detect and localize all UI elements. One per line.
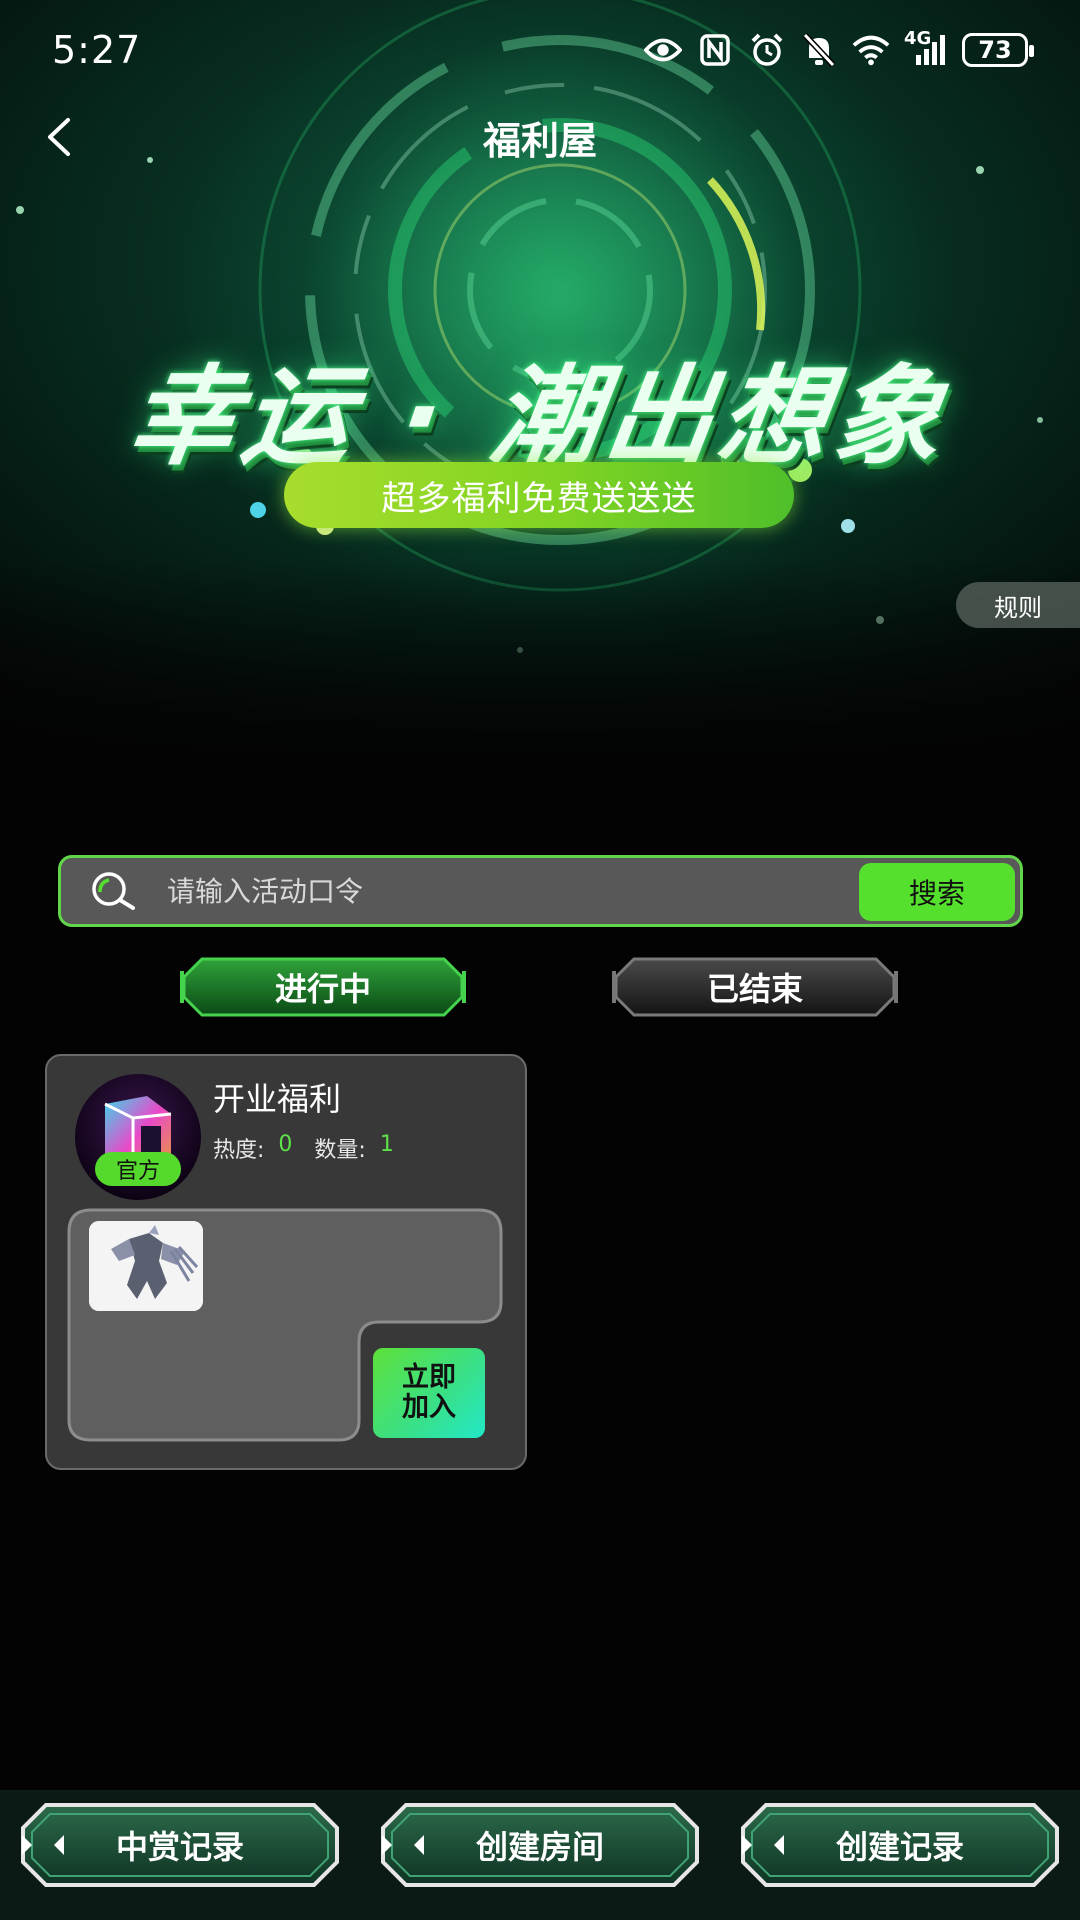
arrow-left-icon (414, 1835, 424, 1855)
bottom-nav: 中赏记录 创建房间 创建记录 (0, 1790, 1080, 1920)
arrow-right-icon (742, 1835, 752, 1855)
prize-image[interactable] (89, 1221, 203, 1311)
nav-winning-records[interactable]: 中赏记录 (20, 1802, 340, 1888)
activity-title: 开业福利 (213, 1080, 342, 1118)
battery-indicator: 73 (962, 33, 1034, 67)
join-label-line2: 加入 (402, 1392, 456, 1423)
official-badge: 官方 (95, 1152, 181, 1186)
search-bar: 搜索 (58, 855, 1023, 927)
join-button[interactable]: 立即 加入 (373, 1348, 485, 1438)
wifi-icon (852, 32, 890, 68)
join-label-line1: 立即 (402, 1362, 456, 1393)
count-value: 1 (379, 1132, 394, 1157)
tab-ongoing[interactable]: 进行中 (180, 957, 466, 1017)
nav-create-records[interactable]: 创建记录 (740, 1802, 1060, 1888)
eye-icon (644, 32, 682, 68)
search-icon (89, 870, 137, 914)
tab-ended-label: 已结束 (706, 970, 803, 1008)
arrow-right-icon (382, 1835, 392, 1855)
alarm-icon (748, 32, 786, 68)
status-icons: 4G 73 (644, 28, 1034, 68)
nfc-icon (696, 32, 734, 68)
heat-value: 0 (278, 1132, 293, 1157)
cellular-signal-icon: 4G (904, 28, 948, 68)
arrow-left-icon (54, 1835, 64, 1855)
banner-tagline: 超多福利免费送送送 (284, 462, 794, 528)
mute-bell-icon (800, 32, 838, 68)
activity-card[interactable]: 官方 开业福利 热度: 0 数量: 1 立即 加入 (45, 1054, 527, 1470)
nav-create-records-label: 创建记录 (835, 1828, 964, 1866)
network-type-label: 4G (904, 28, 932, 49)
nav-create-room[interactable]: 创建房间 (380, 1802, 700, 1888)
status-bar: 5:27 4G 73 (0, 0, 1080, 100)
heat-label: 热度: (213, 1138, 265, 1163)
nav-winning-records-label: 中赏记录 (115, 1828, 244, 1866)
count-label: 数量: (314, 1138, 366, 1163)
page-title: 福利屋 (482, 119, 597, 163)
search-input[interactable] (167, 866, 747, 916)
status-time: 5:27 (52, 28, 142, 72)
search-button[interactable]: 搜索 (859, 863, 1015, 921)
mecha-figure-icon (89, 1221, 203, 1311)
arrow-left-icon (774, 1835, 784, 1855)
activity-stats: 热度: 0 数量: 1 (213, 1132, 410, 1164)
tab-ongoing-label: 进行中 (274, 970, 371, 1008)
arrow-right-icon (22, 1835, 32, 1855)
tab-ended[interactable]: 已结束 (612, 957, 898, 1017)
nav-create-room-label: 创建房间 (475, 1828, 604, 1866)
rules-button[interactable]: 规则 (956, 582, 1080, 628)
